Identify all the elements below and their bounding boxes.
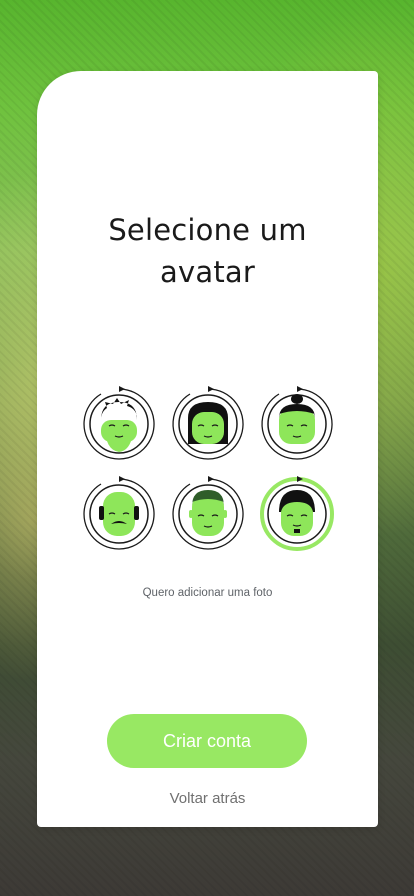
avatar-icon-balding-mustache — [83, 476, 155, 550]
create-account-button[interactable]: Criar conta — [107, 714, 307, 768]
avatar-grid — [81, 386, 335, 552]
avatar-option-1[interactable] — [81, 386, 157, 462]
avatar-option-6-selected[interactable] — [259, 476, 335, 552]
back-link[interactable]: Voltar atrás — [37, 790, 378, 807]
avatar-option-4[interactable] — [81, 476, 157, 552]
avatar-option-5[interactable] — [170, 476, 246, 552]
page-title: Selecione um avatar — [108, 213, 307, 289]
avatar-icon-bowl-cut-goatee — [260, 476, 334, 551]
avatar-icon-long-hair — [172, 386, 244, 460]
signup-card: Selecione um avatar Quero adicionar uma … — [37, 71, 378, 827]
avatar-icon-bun-hair — [261, 386, 333, 460]
avatar-option-3[interactable] — [259, 386, 335, 462]
avatar-icon-short-hair — [172, 476, 244, 550]
avatar-option-2[interactable] — [170, 386, 246, 462]
add-photo-link[interactable]: Quero adicionar uma foto — [37, 587, 378, 599]
avatar-icon-spiky-hair — [83, 386, 155, 460]
